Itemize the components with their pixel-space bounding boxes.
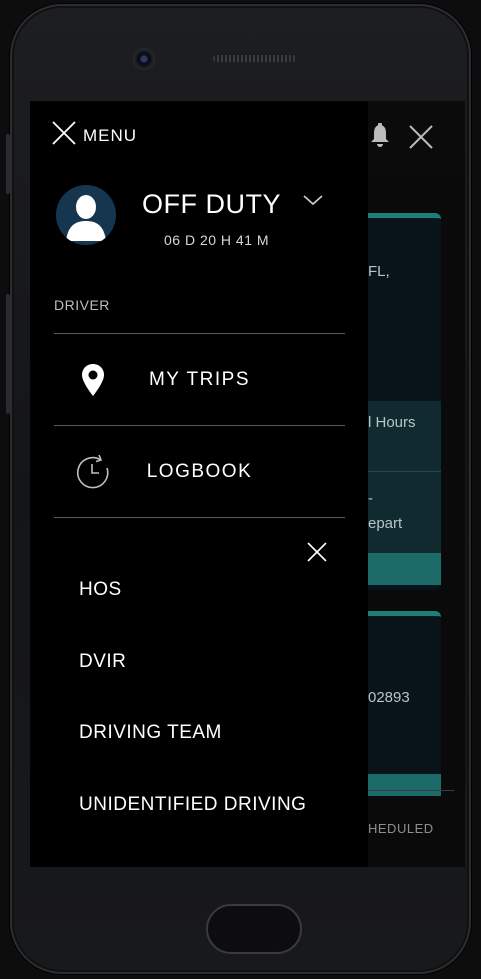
nav-item-logbook[interactable]: LOGBOOK [54,426,345,516]
duty-status-duration: 06 D 20 H 41 M [164,232,270,248]
close-icon[interactable] [408,124,434,150]
card-text: 02893 [368,689,410,706]
chevron-down-icon[interactable] [302,193,324,207]
nav-item-my-trips[interactable]: MY TRIPS [54,334,345,424]
close-submenu-icon[interactable] [307,542,327,562]
card-action-bar[interactable] [368,553,441,585]
tab-divider [368,790,454,791]
tab-scheduled[interactable]: HEDULED [368,821,434,836]
nav-item-label: LOGBOOK [146,461,253,482]
card-text: epart [368,515,403,532]
submenu-item-dvir[interactable]: DVIR [79,651,126,673]
close-menu-icon[interactable] [52,121,76,145]
power-button [6,294,10,414]
trip-card[interactable]: 02893 [368,611,441,796]
divider [54,517,345,518]
bell-icon[interactable] [368,123,392,149]
menu-title: MENU [83,126,138,145]
submenu-item-hos[interactable]: HOS [79,579,122,601]
submenu-item-unidentified-driving[interactable]: UNIDENTIFIED DRIVING [79,794,306,816]
avatar[interactable] [56,185,116,245]
volume-button [6,134,10,194]
card-action-bar[interactable] [368,774,441,796]
user-role: DRIVER [54,297,110,313]
user-silhouette-icon [66,195,106,241]
card-text: - [368,490,373,507]
app-screen: FL, l Hours - epart 02893 HEDULED MENU O… [30,101,465,867]
earpiece-speaker [213,55,296,62]
background-topbar [368,101,465,171]
trip-card[interactable]: FL, l Hours - epart [368,213,441,590]
front-camera [134,49,154,69]
card-band [368,401,441,471]
home-button[interactable] [206,904,302,954]
card-band [368,472,441,553]
background-app: FL, l Hours - epart 02893 HEDULED [368,101,465,867]
submenu-item-driving-team[interactable]: DRIVING TEAM [79,722,222,744]
navigation-drawer: MENU OFF DUTY 06 D 20 H 41 M DRIVER MY T… [30,101,368,867]
card-text: l Hours [368,414,416,431]
card-text: FL, [368,263,390,280]
nav-item-label: MY TRIPS [148,369,251,390]
duty-status[interactable]: OFF DUTY [142,189,281,220]
